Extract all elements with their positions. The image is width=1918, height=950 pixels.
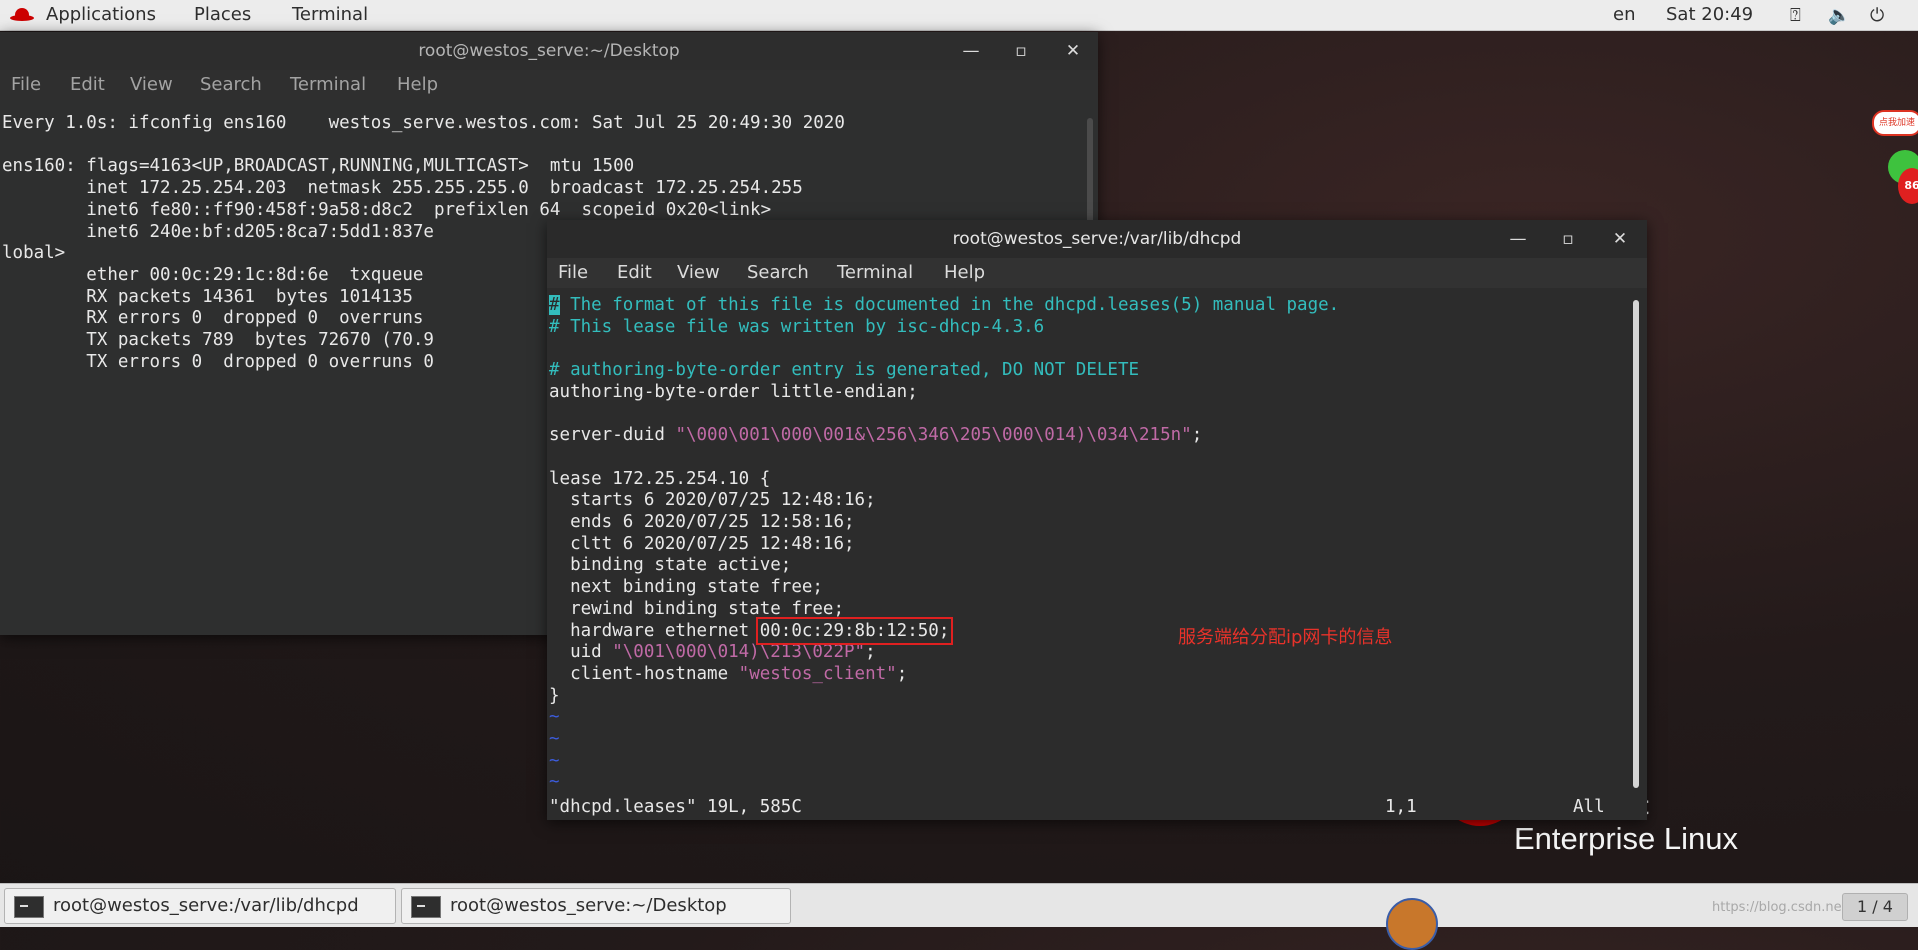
menu-bar: File Edit View Search Terminal Help: [547, 258, 1647, 288]
annotation-text: 服务端给分配ip网卡的信息: [1178, 627, 1393, 648]
menu-file[interactable]: File: [558, 262, 588, 283]
code-line: binding state active;: [549, 555, 792, 576]
output-line: inet 172.25.254.203 netmask 255.255.255.…: [2, 178, 803, 199]
tilde-line: ~: [549, 707, 560, 728]
output-line: RX errors 0 dropped 0 overruns: [2, 308, 424, 329]
tilde-line: ~: [549, 750, 560, 771]
comment-line: # This lease file was written by isc-dhc…: [549, 316, 1045, 337]
redhat-logo-icon[interactable]: [10, 8, 34, 21]
widget-badge: 86: [1898, 168, 1918, 204]
menu-terminal[interactable]: Terminal: [837, 262, 913, 283]
maximize-button[interactable]: ▫: [1553, 220, 1583, 258]
hostname-value: "westos_client": [738, 663, 897, 684]
lease-open: lease 172.25.254.10 {: [549, 468, 771, 489]
widget-label: 点我加速: [1872, 110, 1918, 136]
task-label: root@westos_serve:/var/lib/dhcpd: [53, 895, 359, 916]
taskbar: root@westos_serve:/var/lib/dhcpd root@we…: [0, 883, 1918, 950]
window-titlebar[interactable]: root@westos_serve:~/Desktop — ▫ ✕: [0, 32, 1098, 70]
output-line: TX errors 0 dropped 0 overruns 0: [2, 351, 434, 372]
code-line: rewind binding state free;: [549, 598, 845, 619]
menu-bar: File Edit View Search Terminal Help: [0, 70, 1098, 100]
menu-view[interactable]: View: [677, 262, 720, 283]
task-button-dhcpd[interactable]: root@westos_serve:/var/lib/dhcpd: [4, 888, 396, 924]
desktop-logo-text: Enterprise Linux: [1514, 821, 1739, 856]
menu-help[interactable]: Help: [397, 74, 438, 95]
tilde-line: ~: [549, 729, 560, 750]
menu-search[interactable]: Search: [747, 262, 809, 283]
hostname-key: client-hostname: [549, 663, 739, 684]
output-line: inet6 fe80::ff90:458f:9a58:d8c2 prefixle…: [2, 199, 772, 220]
window-titlebar[interactable]: root@westos_serve:/var/lib/dhcpd — ▫ ✕: [547, 220, 1647, 258]
power-icon[interactable]: ⏻: [1870, 5, 1884, 26]
output-line: RX packets 14361 bytes 1014135: [2, 286, 413, 307]
terminal-window-dhcpd[interactable]: root@westos_serve:/var/lib/dhcpd — ▫ ✕ F…: [547, 220, 1647, 820]
terminal-icon: [14, 896, 44, 918]
maximize-button[interactable]: ▫: [1006, 32, 1036, 70]
workspace-indicator[interactable]: 1 / 4: [1842, 893, 1908, 921]
output-line: ether 00:0c:29:1c:8d:6e txqueue: [2, 264, 424, 285]
top-panel: Applications Places Terminal en Sat 20:4…: [0, 0, 1918, 31]
task-label: root@westos_serve:~/Desktop: [450, 895, 727, 916]
applications-menu[interactable]: Applications: [46, 4, 156, 25]
terminal-icon: [411, 896, 441, 918]
menu-edit[interactable]: Edit: [617, 262, 652, 283]
lease-close: }: [549, 685, 560, 706]
close-button[interactable]: ✕: [1605, 220, 1635, 258]
minimize-button[interactable]: —: [1503, 220, 1533, 258]
task-button-desktop[interactable]: root@westos_serve:~/Desktop: [401, 888, 791, 924]
output-line: inet6 240e:bf:d205:8ca7:5dd1:837e: [2, 221, 434, 242]
code-line: next binding state free;: [549, 577, 823, 598]
comment-line: The format of this file is documented in…: [559, 295, 1340, 315]
menu-file[interactable]: File: [11, 74, 41, 95]
accessibility-icon[interactable]: ⍰: [1790, 5, 1801, 26]
output-line: Every 1.0s: ifconfig ens160 westos_serve…: [2, 113, 845, 133]
menu-edit[interactable]: Edit: [70, 74, 105, 95]
terminal-app-menu[interactable]: Terminal: [292, 4, 368, 25]
minimize-button[interactable]: —: [956, 32, 986, 70]
duid-value: "\000\001\000\001&\256\346\205\000\014)\…: [675, 425, 1192, 446]
output-line: ens160: flags=4163<UP,BROADCAST,RUNNING,…: [2, 156, 635, 177]
hardware-mac-highlight: 00:0c:29:8b:12:50;: [755, 616, 954, 645]
floating-widget[interactable]: 点我加速 86: [1872, 100, 1918, 210]
code-line: authoring-byte-order little-endian;: [549, 381, 918, 402]
close-button[interactable]: ✕: [1058, 32, 1088, 70]
code-line: starts 6 2020/07/25 12:48:16;: [549, 490, 876, 511]
uid-value: "\001\000\014)\213\022P": [612, 642, 866, 663]
menu-terminal[interactable]: Terminal: [290, 74, 366, 95]
output-line: TX packets 789 bytes 72670 (70.9: [2, 330, 434, 351]
duid-key: server-duid: [549, 425, 676, 446]
places-menu[interactable]: Places: [194, 4, 251, 25]
uid-key: uid: [549, 642, 613, 663]
clock[interactable]: Sat 20:49: [1666, 4, 1753, 25]
window-title: root@westos_serve:/var/lib/dhcpd: [952, 229, 1242, 249]
vim-cursor-position: 1,1: [1385, 797, 1417, 817]
volume-icon[interactable]: 🔈: [1828, 5, 1850, 26]
comment-line: # authoring-byte-order entry is generate…: [549, 360, 1140, 381]
language-indicator[interactable]: en: [1613, 4, 1635, 25]
code-line: cltt 6 2020/07/25 12:48:16;: [549, 533, 855, 554]
scrollbar[interactable]: [1633, 300, 1639, 788]
tray-app-icon[interactable]: [1386, 898, 1438, 950]
vim-buffer[interactable]: # The format of this file is documented …: [549, 295, 1339, 794]
cursor: #: [549, 295, 560, 315]
menu-view[interactable]: View: [130, 74, 173, 95]
vim-scroll-position: All: [1573, 797, 1605, 817]
vim-status-file: "dhcpd.leases" 19L, 585C: [549, 797, 802, 817]
menu-help[interactable]: Help: [944, 262, 985, 283]
output-line: lobal>: [2, 243, 66, 264]
menu-search[interactable]: Search: [200, 74, 262, 95]
tilde-line: ~: [549, 772, 560, 793]
hardware-key: hardware ethernet: [549, 620, 760, 641]
code-line: ends 6 2020/07/25 12:58:16;: [549, 512, 855, 533]
window-title: root@westos_serve:~/Desktop: [418, 41, 680, 61]
